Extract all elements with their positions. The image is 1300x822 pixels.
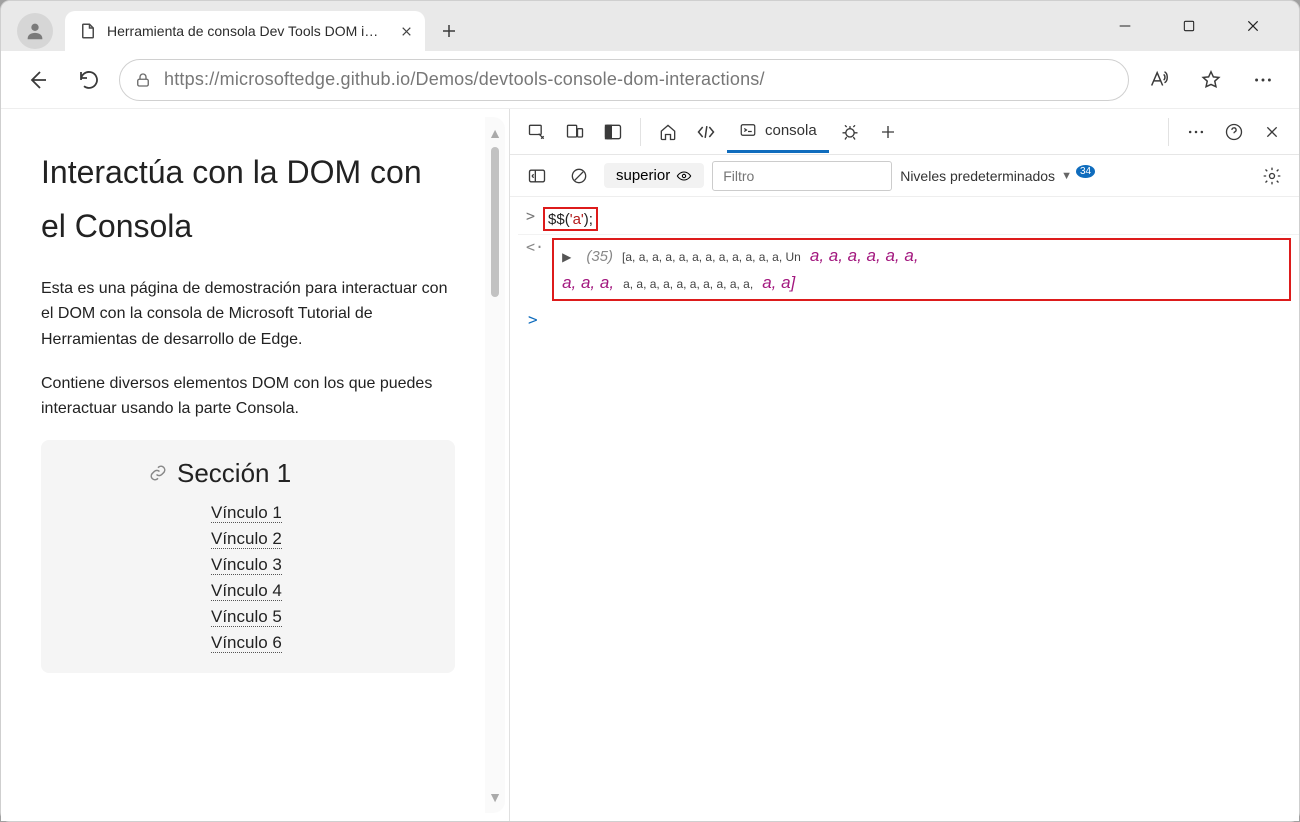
list-link[interactable]: Vínculo 3 bbox=[211, 555, 282, 575]
list-link[interactable]: Vínculo 4 bbox=[211, 581, 282, 601]
window-controls bbox=[1105, 9, 1291, 43]
command-text: $$('a'); bbox=[548, 210, 593, 228]
page-paragraph-2: Contiene diversos elementos DOM con los … bbox=[41, 371, 455, 422]
scroll-thumb[interactable] bbox=[491, 147, 499, 297]
titlebar: Herramienta de consola Dev Tools DOM int… bbox=[1, 1, 1299, 51]
console-tab[interactable]: consola bbox=[727, 111, 829, 153]
more-button[interactable] bbox=[1241, 58, 1285, 102]
browser-toolbar: https://microsoftedge.github.io/Demos/de… bbox=[1, 51, 1299, 109]
devtools-more-button[interactable] bbox=[1179, 115, 1213, 149]
prompt-icon: > bbox=[526, 207, 535, 225]
expand-icon[interactable]: ▶ bbox=[562, 250, 571, 264]
scroll-down-icon[interactable]: ▼ bbox=[488, 789, 502, 805]
inspect-button[interactable] bbox=[520, 115, 554, 149]
result-arrow-icon: <· bbox=[526, 238, 544, 256]
maximize-button[interactable] bbox=[1169, 9, 1209, 43]
clear-console-button[interactable] bbox=[562, 159, 596, 193]
new-tab-button[interactable] bbox=[429, 11, 469, 51]
page-paragraph-1: Esta es una página de demostración para … bbox=[41, 276, 455, 353]
add-tab-button[interactable] bbox=[871, 115, 905, 149]
list-link[interactable]: Vínculo 6 bbox=[211, 633, 282, 653]
eye-icon bbox=[676, 168, 692, 184]
console-settings-button[interactable] bbox=[1255, 159, 1289, 193]
chevron-down-icon: ▼ bbox=[1061, 170, 1072, 182]
link-list: Vínculo 1 Vínculo 2 Vínculo 3 Vínculo 4 … bbox=[61, 503, 435, 653]
read-aloud-button[interactable] bbox=[1137, 58, 1181, 102]
filter-input[interactable] bbox=[712, 161, 892, 191]
lock-icon bbox=[134, 71, 152, 89]
minimize-button[interactable] bbox=[1105, 9, 1145, 43]
tab-title: Herramienta de consola Dev Tools DOM int… bbox=[107, 23, 382, 39]
console-prompt[interactable]: > bbox=[518, 304, 1299, 335]
page-title: Interactúa con la DOM con el Consola bbox=[41, 145, 455, 254]
back-button[interactable] bbox=[15, 58, 59, 102]
context-selector[interactable]: superior bbox=[604, 163, 704, 188]
tab-close-button[interactable] bbox=[395, 20, 417, 42]
issues-count: 34 bbox=[1076, 165, 1095, 178]
elements-tab[interactable] bbox=[689, 115, 723, 149]
console-command-row[interactable]: > $$('a'); bbox=[518, 201, 1299, 235]
dock-button[interactable] bbox=[596, 115, 630, 149]
console-tab-label: consola bbox=[765, 122, 817, 139]
context-label: superior bbox=[616, 167, 670, 184]
result-count: (35) bbox=[586, 248, 613, 265]
console-output: > $$('a'); <· ▶ (35) [a, a, a, a, a, a, … bbox=[510, 197, 1299, 821]
section-title: Sección 1 bbox=[177, 458, 291, 489]
scroll-up-icon[interactable]: ▲ bbox=[488, 125, 502, 141]
devtools-panel: consola bbox=[509, 109, 1299, 821]
address-bar[interactable]: https://microsoftedge.github.io/Demos/de… bbox=[119, 59, 1129, 101]
issues-badge[interactable]: 34 bbox=[1080, 167, 1099, 184]
list-link[interactable]: Vínculo 2 bbox=[211, 529, 282, 549]
welcome-tab[interactable] bbox=[651, 115, 685, 149]
refresh-button[interactable] bbox=[67, 58, 111, 102]
url-text: https://microsoftedge.github.io/Demos/de… bbox=[164, 69, 765, 90]
profile-avatar[interactable] bbox=[17, 13, 53, 49]
list-link[interactable]: Vínculo 5 bbox=[211, 607, 282, 627]
toggle-sidebar-button[interactable] bbox=[520, 159, 554, 193]
levels-label: Niveles predeterminados bbox=[900, 168, 1055, 184]
result-content: ▶ (35) [a, a, a, a, a, a, a, a, a, a, a,… bbox=[552, 238, 1291, 301]
section-card: Sección 1 Vínculo 1 Vínculo 2 Vínculo 3 … bbox=[41, 440, 455, 673]
list-link[interactable]: Vínculo 1 bbox=[211, 503, 282, 523]
device-toggle-button[interactable] bbox=[558, 115, 592, 149]
scrollbar[interactable]: ▲ ▼ bbox=[485, 117, 505, 813]
console-toolbar: superior Niveles predeterminados ▼ 34 bbox=[510, 155, 1299, 197]
help-button[interactable] bbox=[1217, 115, 1251, 149]
console-result-row[interactable]: <· ▶ (35) [a, a, a, a, a, a, a, a, a, a,… bbox=[518, 235, 1299, 304]
devtools-tabbar: consola bbox=[510, 109, 1299, 155]
link-icon bbox=[149, 464, 167, 482]
bug-icon[interactable] bbox=[833, 115, 867, 149]
page-content: Interactúa con la DOM con el Consola Est… bbox=[11, 117, 485, 813]
devtools-close-button[interactable] bbox=[1255, 115, 1289, 149]
favorite-button[interactable] bbox=[1189, 58, 1233, 102]
browser-tab[interactable]: Herramienta de consola Dev Tools DOM int… bbox=[65, 11, 425, 51]
close-window-button[interactable] bbox=[1233, 9, 1273, 43]
log-levels-selector[interactable]: Niveles predeterminados ▼ bbox=[900, 168, 1072, 184]
document-icon bbox=[79, 22, 97, 40]
